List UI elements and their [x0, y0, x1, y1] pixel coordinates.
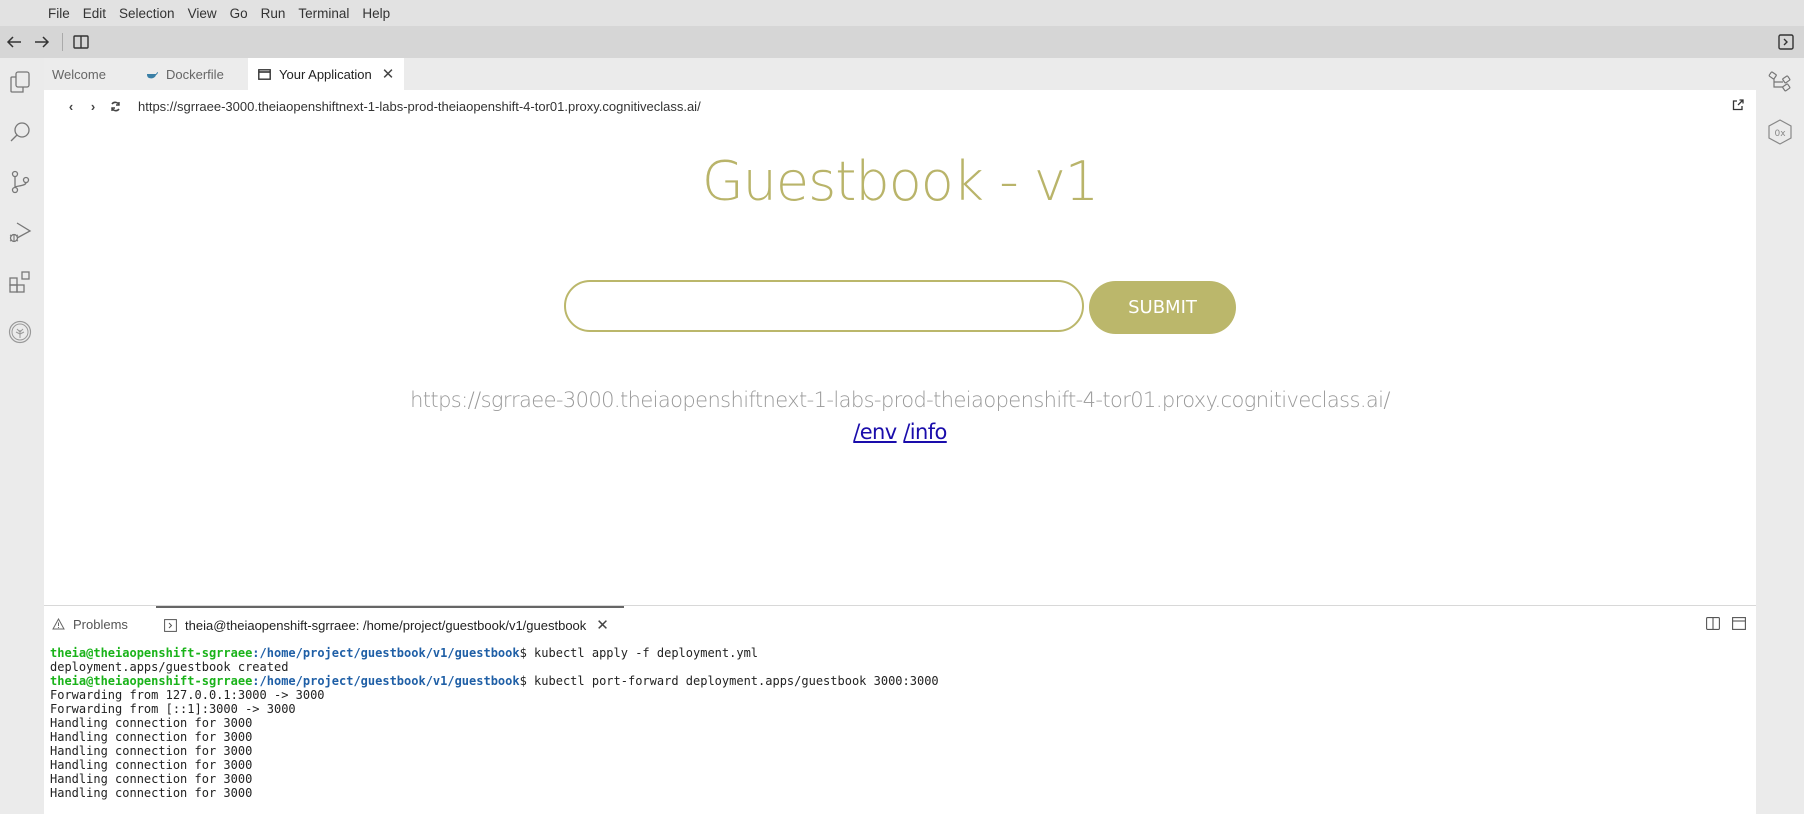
tab-problems[interactable]: Problems — [44, 606, 156, 642]
menu-bar: File Edit Selection View Go Run Terminal… — [0, 0, 1804, 26]
terminal-output-line: Handling connection for 3000 — [50, 716, 253, 730]
address-bar: ‹ › https://sgrraee-3000.theiaopenshiftn… — [44, 90, 1756, 122]
prompt-user: theia@theiaopenshift-sgrraee — [50, 646, 253, 660]
terminal-output-line: Handling connection for 3000 — [50, 744, 253, 758]
terminal-output-line: Handling connection for 3000 — [50, 758, 253, 772]
split-editor-icon[interactable] — [71, 32, 91, 52]
extensions-icon[interactable] — [6, 268, 34, 296]
terminal-output-line: Forwarding from [::1]:3000 -> 3000 — [50, 702, 296, 716]
panel-tab-bar: Problems theia@theiaopenshift-sgrraee: /… — [44, 606, 1756, 642]
submit-button[interactable]: SUBMIT — [1089, 281, 1236, 334]
explorer-icon[interactable] — [6, 68, 34, 96]
refresh-icon[interactable] — [104, 96, 126, 116]
tab-your-application[interactable]: Your Application ✕ — [248, 58, 404, 90]
browser-window-icon — [258, 68, 271, 80]
memory-inspector-icon[interactable]: 0x — [1766, 118, 1794, 146]
terminal-prompt-line: theia@theiaopenshift-sgrraee:/home/proje… — [50, 674, 1750, 688]
tab-welcome[interactable]: Welcome — [44, 58, 136, 90]
tab-label: Problems — [73, 616, 128, 632]
search-icon[interactable] — [6, 118, 34, 146]
terminal-output-line: Forwarding from 127.0.0.1:3000 -> 3000 — [50, 688, 325, 702]
info-link[interactable]: /info — [903, 420, 947, 444]
toolbar-separator — [62, 33, 63, 51]
close-icon[interactable]: ✕ — [382, 65, 395, 83]
bottom-panel: Problems theia@theiaopenshift-sgrraee: /… — [44, 605, 1756, 814]
skills-network-icon[interactable] — [6, 318, 34, 346]
tab-label: Welcome — [52, 66, 106, 82]
terminal-prompt-line: theia@theiaopenshift-sgrraee:/home/proje… — [50, 646, 1750, 660]
editor-tab-bar: Welcome Dockerfile Your Application ✕ — [44, 58, 1756, 90]
terminal-output-line: Handling connection for 3000 — [50, 730, 253, 744]
env-link[interactable]: /env — [853, 420, 897, 444]
open-external-icon[interactable] — [1732, 98, 1744, 116]
maximize-panel-icon[interactable] — [1732, 617, 1746, 635]
close-icon[interactable]: ✕ — [596, 616, 609, 634]
menu-view[interactable]: View — [188, 6, 217, 21]
prompt-command: $ kubectl apply -f deployment.yml — [519, 646, 759, 660]
outline-icon[interactable] — [1766, 68, 1794, 96]
info-links: /env /info — [44, 420, 1756, 444]
menu-terminal[interactable]: Terminal — [298, 6, 349, 21]
toggle-panel-icon[interactable] — [1776, 32, 1796, 52]
toolbar — [0, 26, 1804, 58]
run-debug-icon[interactable] — [6, 218, 34, 246]
forward-icon[interactable]: › — [82, 96, 104, 116]
arrow-right-icon[interactable] — [32, 32, 52, 52]
tab-label: Your Application — [279, 66, 372, 82]
prompt-path: :/home/project/guestbook/v1/guestbook — [252, 674, 520, 688]
svg-text:0x: 0x — [1774, 129, 1786, 139]
source-control-icon[interactable] — [6, 168, 34, 196]
right-sidebar: 0x — [1756, 58, 1804, 814]
activity-bar — [0, 58, 44, 814]
tab-dockerfile[interactable]: Dockerfile — [136, 58, 248, 90]
menu-help[interactable]: Help — [362, 6, 390, 21]
docker-icon — [146, 70, 158, 79]
tab-label: Dockerfile — [166, 66, 224, 82]
menu-go[interactable]: Go — [230, 6, 248, 21]
menu-edit[interactable]: Edit — [83, 6, 106, 21]
warning-icon — [52, 618, 65, 630]
tab-label: theia@theiaopenshift-sgrraee: /home/proj… — [185, 617, 587, 633]
mini-browser: ‹ › https://sgrraee-3000.theiaopenshiftn… — [44, 90, 1756, 605]
menu-run[interactable]: Run — [261, 6, 286, 21]
tab-terminal[interactable]: theia@theiaopenshift-sgrraee: /home/proj… — [156, 606, 624, 642]
prompt-command: $ kubectl port-forward deployment.apps/g… — [519, 674, 939, 688]
back-icon[interactable]: ‹ — [60, 96, 82, 116]
guestbook-entry-input[interactable] — [564, 280, 1084, 332]
terminal-output[interactable]: theia@theiaopenshift-sgrraee:/home/proje… — [50, 646, 1750, 811]
terminal-output-line: Handling connection for 3000 — [50, 786, 253, 800]
prompt-user: theia@theiaopenshift-sgrraee — [50, 674, 253, 688]
host-url-text: https://sgrraee-3000.theiaopenshiftnext-… — [410, 388, 1390, 412]
url-input[interactable]: https://sgrraee-3000.theiaopenshiftnext-… — [138, 99, 701, 114]
page-title: Guestbook - v1 — [701, 150, 1099, 213]
menu-file[interactable]: File — [48, 6, 70, 21]
arrow-left-icon[interactable] — [4, 32, 24, 52]
split-terminal-icon[interactable] — [1706, 617, 1720, 635]
menu-selection[interactable]: Selection — [119, 6, 175, 21]
panel-actions — [1706, 617, 1746, 635]
prompt-path: :/home/project/guestbook/v1/guestbook — [252, 646, 520, 660]
terminal-output-line: Handling connection for 3000 — [50, 772, 253, 786]
terminal-icon — [164, 618, 177, 632]
terminal-output-line: deployment.apps/guestbook created — [50, 660, 289, 674]
